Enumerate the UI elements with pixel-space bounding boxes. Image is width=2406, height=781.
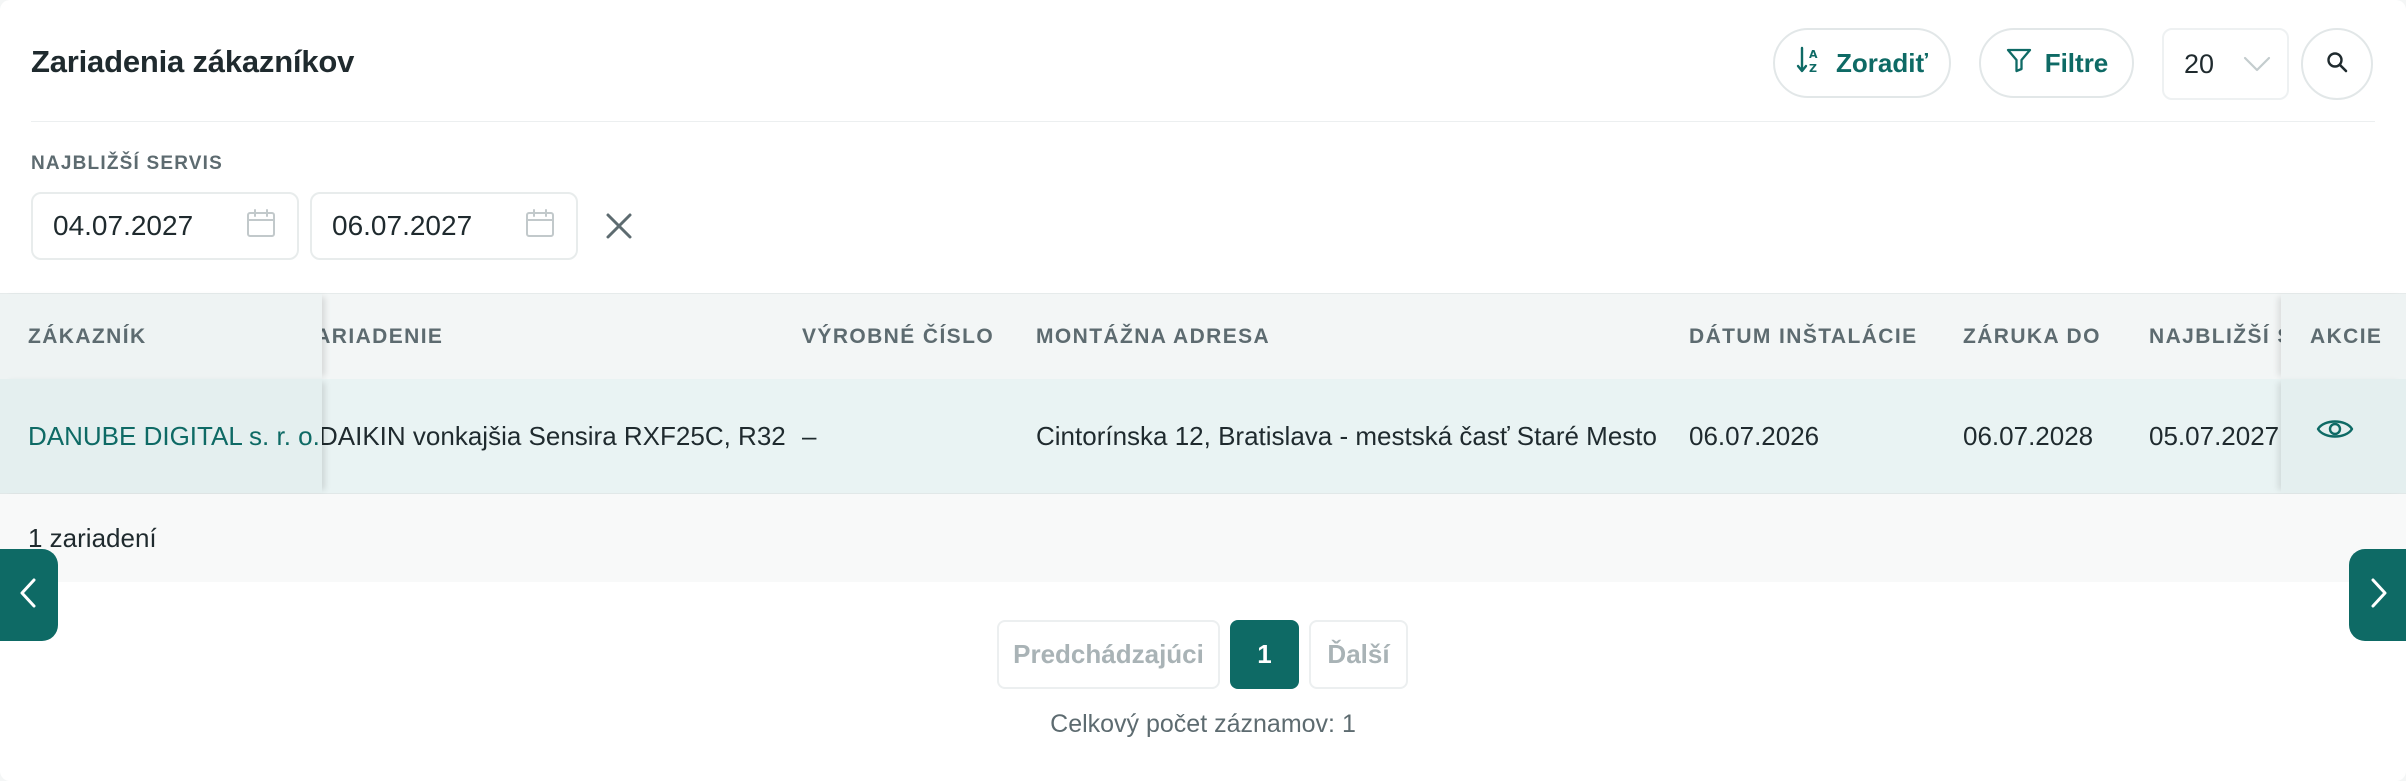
filter-label: Filtre	[2044, 47, 2109, 78]
per-page-select[interactable]: 20	[2162, 28, 2289, 100]
column-next-service: NAJBLIŽŠÍ SERVIS	[2149, 324, 2281, 348]
sort-button[interactable]: A Z Zoradiť	[1773, 28, 1951, 98]
pagination-next[interactable]: Ďalší	[1309, 620, 1408, 689]
date-to-value: 06.07.2027	[332, 210, 473, 241]
eye-icon	[2316, 420, 2354, 447]
sort-az-icon: A Z	[1796, 45, 1824, 82]
column-warranty: ZÁRUKA DO	[1963, 324, 2101, 348]
date-from-value: 04.07.2027	[53, 210, 194, 241]
table-header: ZARIADENIE VÝROBNÉ ČÍSLO MONTÁŽNA ADRESA…	[0, 293, 2406, 380]
svg-text:Z: Z	[1809, 62, 1817, 75]
column-address: MONTÁŽNA ADRESA	[1036, 324, 1271, 348]
per-page-value: 20	[2184, 48, 2215, 79]
date-from-input[interactable]: 04.07.2027	[31, 192, 299, 260]
svg-text:A: A	[1809, 48, 1818, 61]
pagination-prev[interactable]: Predchádzajúci	[997, 620, 1220, 689]
sticky-customer-cell: DANUBE DIGITAL s. r. o.	[0, 379, 322, 493]
pagination-page-1[interactable]: 1	[1230, 620, 1299, 689]
sticky-actions-header: AKCIE	[2281, 294, 2406, 379]
row-serial: –	[802, 420, 817, 451]
service-filter-label: NAJBLIŽŠÍ SERVIS	[31, 153, 223, 174]
funnel-icon	[2005, 46, 2033, 81]
clear-dates-button[interactable]	[600, 207, 638, 245]
table-row[interactable]: DAIKIN vonkajšia Sensira RXF25C, R32 – C…	[0, 379, 2406, 494]
header-divider	[31, 121, 2375, 122]
row-customer-link[interactable]: DANUBE DIGITAL s. r. o.	[28, 379, 320, 493]
column-install-date: DÁTUM INŠTALÁCIE	[1689, 324, 1918, 348]
column-actions: AKCIE	[2310, 324, 2383, 348]
calendar-icon	[524, 207, 556, 246]
chevron-left-icon	[16, 576, 42, 615]
search-button[interactable]	[2301, 28, 2373, 100]
close-icon	[600, 213, 638, 249]
column-serial: VÝROBNÉ ČÍSLO	[802, 324, 995, 348]
search-icon	[2325, 50, 2349, 79]
row-install-date: 06.07.2026	[1689, 420, 1820, 451]
page-title: Zariadenia zákazníkov	[31, 44, 355, 79]
sticky-actions-cell	[2281, 379, 2406, 493]
sticky-customer-header: ZÁKAZNÍK	[0, 294, 322, 379]
date-to-input[interactable]: 06.07.2027	[310, 192, 578, 260]
calendar-icon	[245, 207, 277, 246]
row-next-service: 05.07.2027	[2149, 420, 2280, 451]
chevron-down-icon	[2242, 49, 2272, 80]
scroll-right-button[interactable]	[2349, 549, 2406, 641]
column-customer: ZÁKAZNÍK	[28, 324, 147, 348]
column-device: ZARIADENIE	[313, 324, 444, 348]
devices-card: Zariadenia zákazníkov A Z Zoradiť Filtre…	[0, 0, 2406, 781]
chevron-right-icon	[2365, 576, 2391, 615]
device-count: 1 zariadení	[28, 522, 157, 553]
row-address: Cintorínska 12, Bratislava - mestská čas…	[1036, 420, 1657, 451]
filter-button[interactable]: Filtre	[1979, 28, 2134, 98]
row-device: DAIKIN vonkajšia Sensira RXF25C, R32	[319, 420, 786, 451]
scroll-left-button[interactable]	[0, 549, 58, 641]
table-footer: 1 zariadení	[0, 494, 2406, 582]
view-button[interactable]	[2316, 415, 2354, 448]
row-warranty: 06.07.2028	[1963, 420, 2094, 451]
sort-label: Zoradiť	[1836, 47, 1928, 78]
total-records: Celkový počet záznamov: 1	[1050, 710, 1356, 738]
